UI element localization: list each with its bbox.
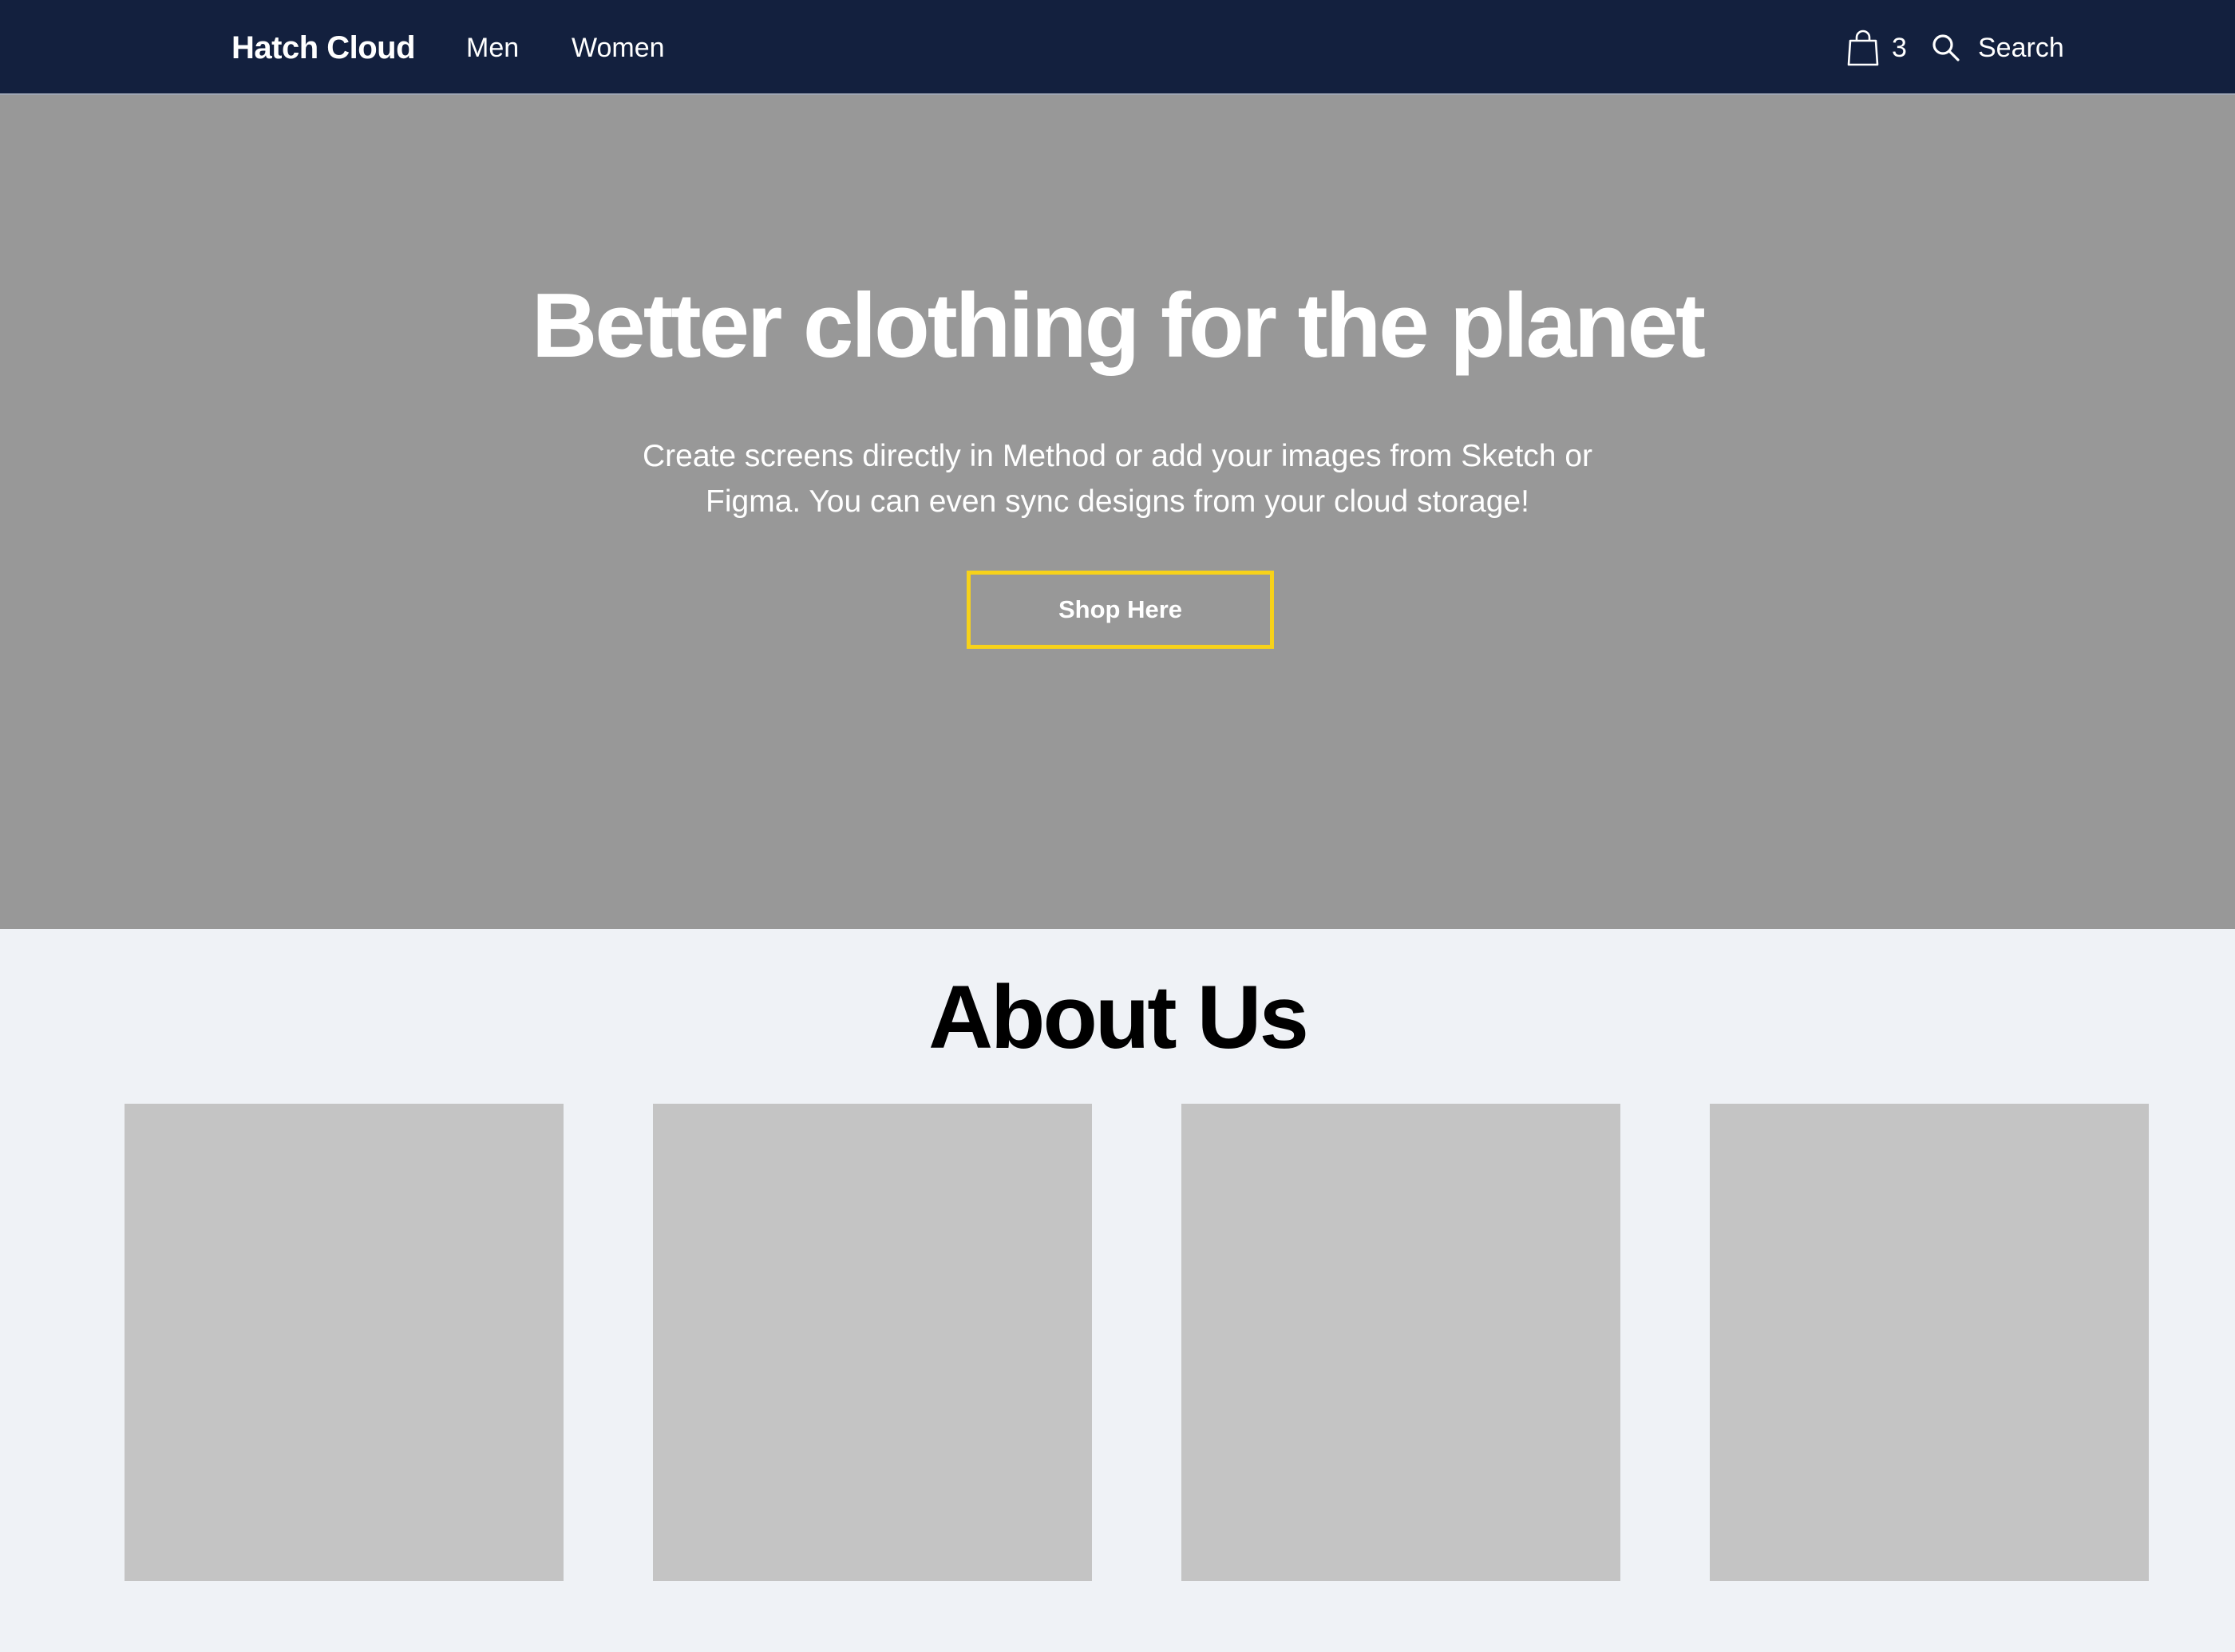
about-title: About Us [928,967,1309,1067]
shop-here-button[interactable]: Shop Here [967,571,1274,649]
page: Hatch Cloud Men Women 3 Search Better cl… [0,0,2235,1652]
nav-link-women[interactable]: Women [572,27,665,69]
hero-banner: Better clothing for the planet Create sc… [0,95,2235,929]
cart-button[interactable]: 3 [1847,29,1907,67]
shopping-bag-icon [1847,30,1879,66]
top-navbar: Hatch Cloud Men Women 3 Search [0,0,2235,95]
search-button[interactable]: Search [1932,29,2064,67]
about-card-image [1710,1104,2149,1581]
search-label: Search [1978,33,2064,63]
search-icon [1932,34,1960,62]
about-card-image [1181,1104,1620,1581]
brand-logo[interactable]: Hatch Cloud [231,27,416,69]
about-card-image [653,1104,1092,1581]
hero-subtitle: Create screens directly in Method or add… [642,439,1592,519]
hero-title: Better clothing for the planet [531,275,1706,377]
about-card-image [125,1104,564,1581]
cart-count-badge: 3 [1892,33,1907,63]
nav-link-men[interactable]: Men [466,27,519,69]
